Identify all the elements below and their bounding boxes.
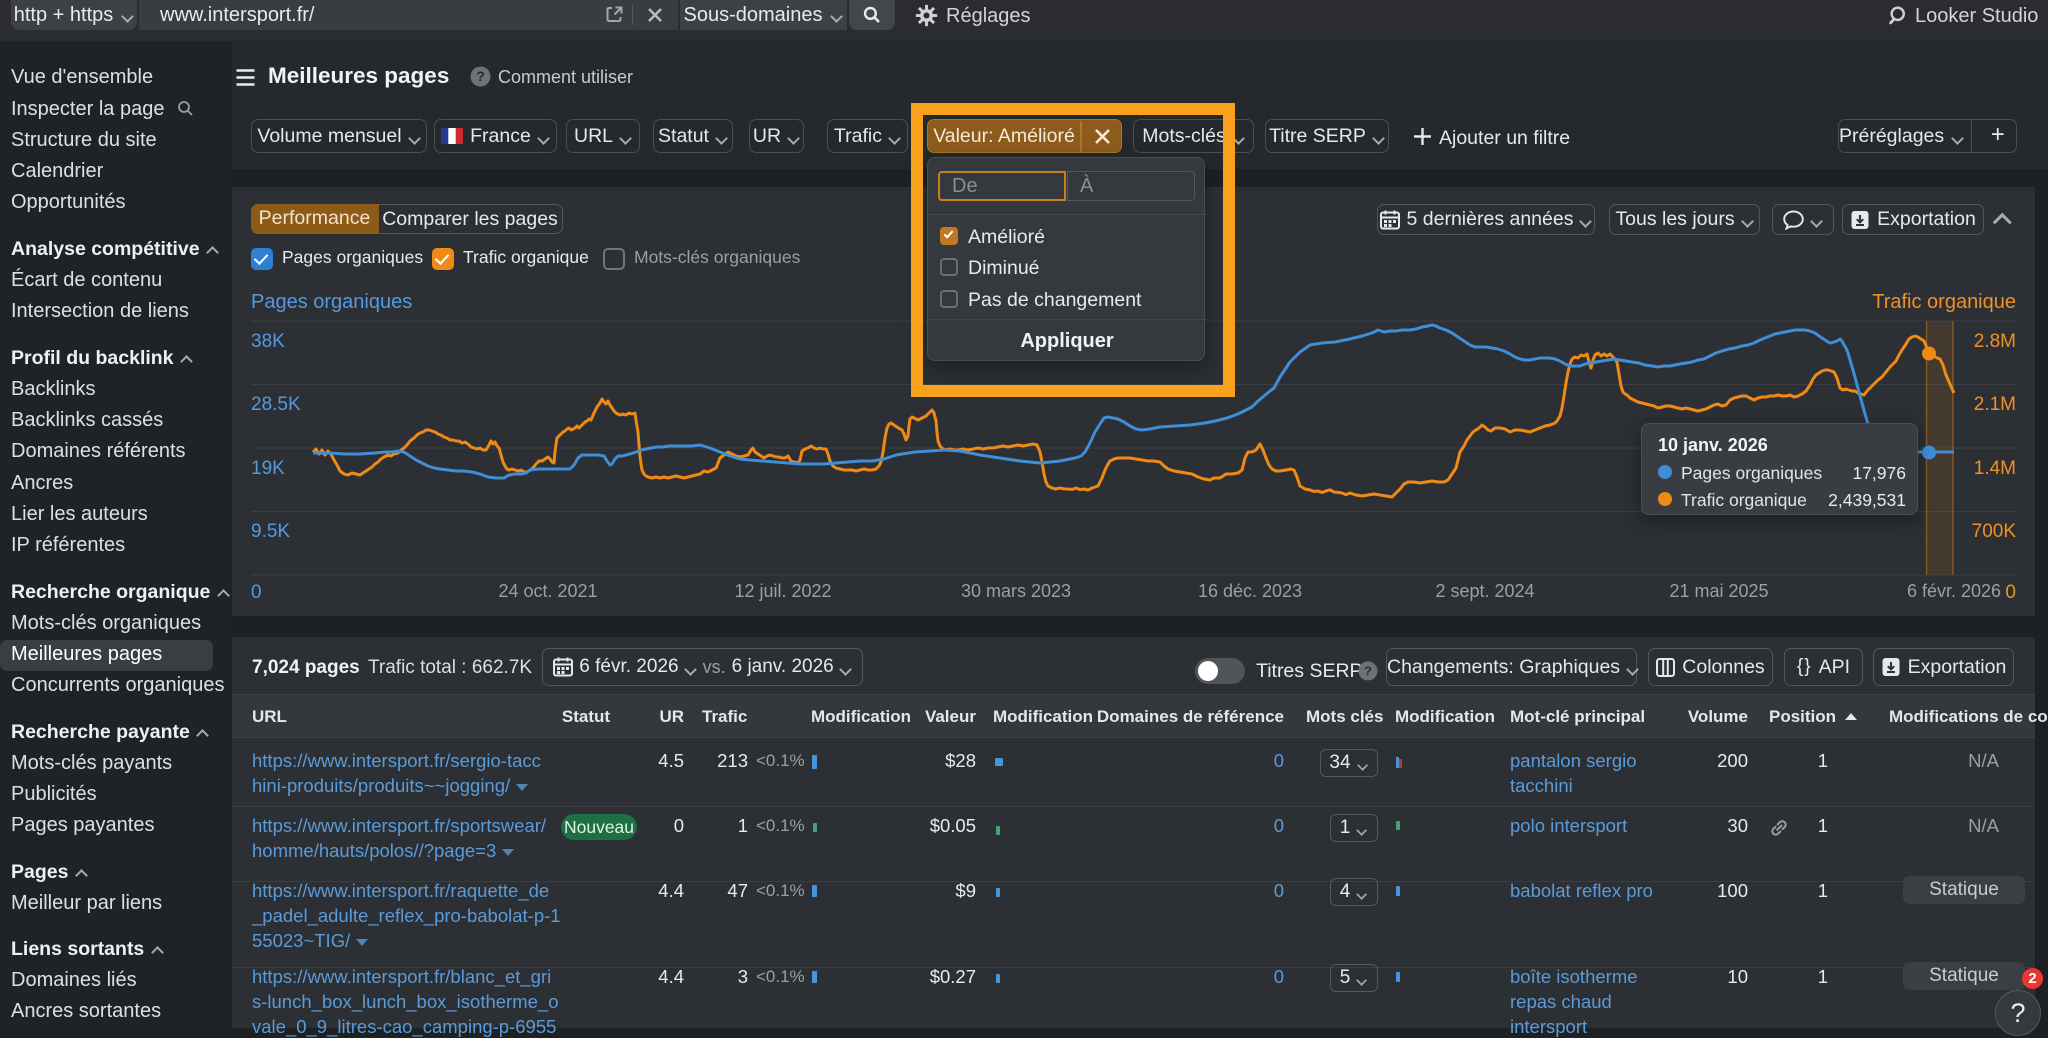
svg-text:700K: 700K	[1972, 521, 2017, 542]
svg-text:30 mars 2023: 30 mars 2023	[961, 581, 1071, 601]
svg-text:?: ?	[476, 68, 485, 84]
svg-text:0: 0	[2005, 582, 2016, 603]
svg-text:2.1M: 2.1M	[1974, 394, 2016, 415]
svg-text:?: ?	[1364, 663, 1372, 678]
svg-text:38K: 38K	[251, 331, 285, 352]
svg-text:0: 0	[251, 582, 262, 603]
svg-text:6 févr. 2026: 6 févr. 2026	[1907, 581, 2001, 601]
svg-text:12 juil. 2022: 12 juil. 2022	[734, 581, 831, 601]
svg-text:16 déc. 2023: 16 déc. 2023	[1198, 581, 1302, 601]
svg-text:2 sept. 2024: 2 sept. 2024	[1435, 581, 1534, 601]
svg-text:19K: 19K	[251, 458, 285, 479]
svg-text:9.5K: 9.5K	[251, 521, 290, 542]
svg-text:21 mai 2025: 21 mai 2025	[1669, 581, 1768, 601]
svg-text:Trafic organique: Trafic organique	[1872, 291, 2016, 313]
svg-text:Pages organiques: Pages organiques	[251, 291, 412, 313]
svg-text:24 oct. 2021: 24 oct. 2021	[498, 581, 597, 601]
svg-text:2.8M: 2.8M	[1974, 331, 2016, 352]
svg-text:28.5K: 28.5K	[251, 394, 301, 415]
svg-text:1.4M: 1.4M	[1974, 458, 2016, 479]
